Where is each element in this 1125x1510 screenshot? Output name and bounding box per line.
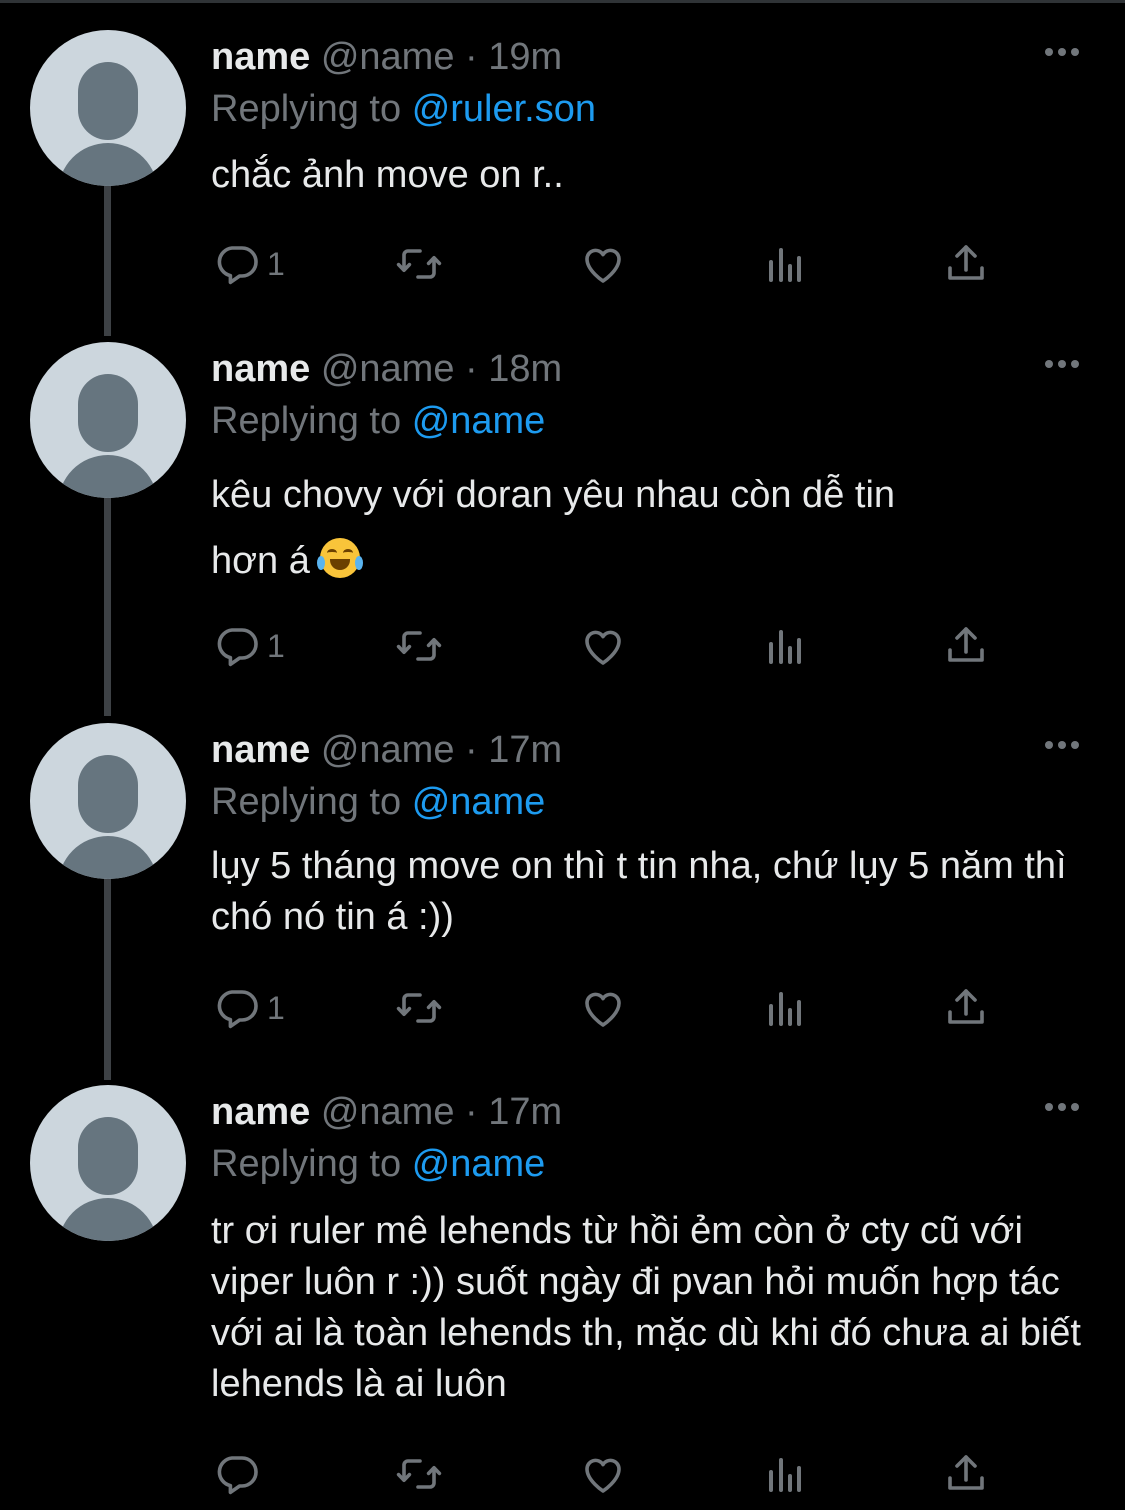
reply-count: 1 (267, 627, 285, 664)
display-name[interactable]: name (211, 36, 310, 78)
retweet-button[interactable] (395, 1449, 443, 1499)
mention-link[interactable]: @name (412, 781, 546, 823)
reply-button[interactable]: 1 (213, 983, 285, 1033)
like-icon (579, 240, 627, 288)
user-handle[interactable]: @name (321, 36, 455, 78)
share-icon (942, 622, 990, 670)
reply-icon (213, 1450, 261, 1498)
action-bar: 1 (0, 621, 1125, 671)
retweet-icon (395, 1450, 443, 1498)
avatar[interactable] (30, 342, 186, 498)
thread-line (104, 878, 111, 1080)
tweet-header: name @name · 19m (211, 32, 562, 82)
share-button[interactable] (942, 621, 990, 671)
avatar[interactable] (30, 1085, 186, 1241)
tweet-text-line: kêu chovy với doran yêu nhau còn dễ tin (211, 474, 896, 516)
separator-dot: · (465, 36, 478, 78)
replying-to: Replying to @name (211, 777, 545, 827)
replying-to: Replying to @name (211, 1139, 545, 1189)
like-button[interactable] (579, 983, 627, 1033)
tweet-header: name @name · 17m (211, 725, 562, 775)
mention-link[interactable]: @name (412, 400, 546, 442)
tears-of-joy-emoji-icon (317, 538, 364, 578)
share-icon (942, 984, 990, 1032)
like-button[interactable] (579, 621, 627, 671)
retweet-button[interactable] (395, 239, 443, 289)
tweet-header: name @name · 18m (211, 344, 562, 394)
mention-link[interactable]: @ruler.son (412, 88, 596, 130)
separator-dot: · (465, 1091, 478, 1133)
reply-button[interactable]: 1 (213, 621, 285, 671)
avatar[interactable] (30, 30, 186, 186)
display-name[interactable]: name (211, 729, 310, 771)
mention-link[interactable]: @name (412, 1143, 546, 1185)
reply-icon (213, 622, 261, 670)
more-icon[interactable] (1040, 723, 1084, 767)
user-handle[interactable]: @name (321, 1091, 455, 1133)
separator-dot: · (465, 348, 478, 390)
retweet-icon (395, 240, 443, 288)
retweet-button[interactable] (395, 621, 443, 671)
reply-icon (213, 240, 261, 288)
user-handle[interactable]: @name (321, 348, 455, 390)
views-icon (761, 240, 809, 288)
action-bar: 1 (0, 983, 1125, 1033)
views-button[interactable] (761, 983, 809, 1033)
thread-line (104, 498, 111, 716)
tweet-text: tr ơi ruler mê lehends từ hồi ẻm còn ở c… (211, 1210, 1081, 1405)
replying-to: Replying to @ruler.son (211, 84, 596, 134)
views-button[interactable] (761, 621, 809, 671)
views-icon (761, 622, 809, 670)
views-button[interactable] (761, 1449, 809, 1499)
views-icon (761, 1450, 809, 1498)
share-button[interactable] (942, 239, 990, 289)
reply-count: 1 (267, 245, 285, 282)
more-icon[interactable] (1040, 30, 1084, 74)
reply-count: 1 (267, 989, 285, 1026)
action-bar (0, 1449, 1125, 1499)
like-button[interactable] (579, 239, 627, 289)
like-icon (579, 622, 627, 670)
timestamp[interactable]: 17m (488, 729, 562, 771)
reply-button[interactable] (213, 1449, 267, 1499)
replying-prefix: Replying to (211, 1143, 402, 1185)
share-button[interactable] (942, 983, 990, 1033)
replying-prefix: Replying to (211, 88, 402, 130)
tweet-text: chắc ảnh move on r.. (211, 154, 564, 196)
tweet-text-line: hơn á (211, 540, 310, 582)
tweet-header: name @name · 17m (211, 1087, 562, 1137)
top-divider (0, 0, 1125, 3)
share-icon (942, 1450, 990, 1498)
like-icon (579, 1450, 627, 1498)
replying-to: Replying to @name (211, 396, 545, 446)
reply-icon (213, 984, 261, 1032)
replying-prefix: Replying to (211, 781, 402, 823)
retweet-icon (395, 622, 443, 670)
like-button[interactable] (579, 1449, 627, 1499)
more-icon[interactable] (1040, 1085, 1084, 1129)
more-icon[interactable] (1040, 342, 1084, 386)
avatar[interactable] (30, 723, 186, 879)
like-icon (579, 984, 627, 1032)
reply-button[interactable]: 1 (213, 239, 285, 289)
views-button[interactable] (761, 239, 809, 289)
retweet-button[interactable] (395, 983, 443, 1033)
views-icon (761, 984, 809, 1032)
timestamp[interactable]: 19m (488, 36, 562, 78)
user-handle[interactable]: @name (321, 729, 455, 771)
separator-dot: · (465, 729, 478, 771)
retweet-icon (395, 984, 443, 1032)
tweet-text: kêu chovy với doran yêu nhau còn dễ tin … (211, 462, 1091, 594)
share-button[interactable] (942, 1449, 990, 1499)
share-icon (942, 240, 990, 288)
timestamp[interactable]: 18m (488, 348, 562, 390)
action-bar: 1 (0, 239, 1125, 289)
display-name[interactable]: name (211, 348, 310, 390)
display-name[interactable]: name (211, 1091, 310, 1133)
replying-prefix: Replying to (211, 400, 402, 442)
timestamp[interactable]: 17m (488, 1091, 562, 1133)
tweet-text: lụy 5 tháng move on thì t tin nha, chứ l… (211, 845, 1067, 938)
